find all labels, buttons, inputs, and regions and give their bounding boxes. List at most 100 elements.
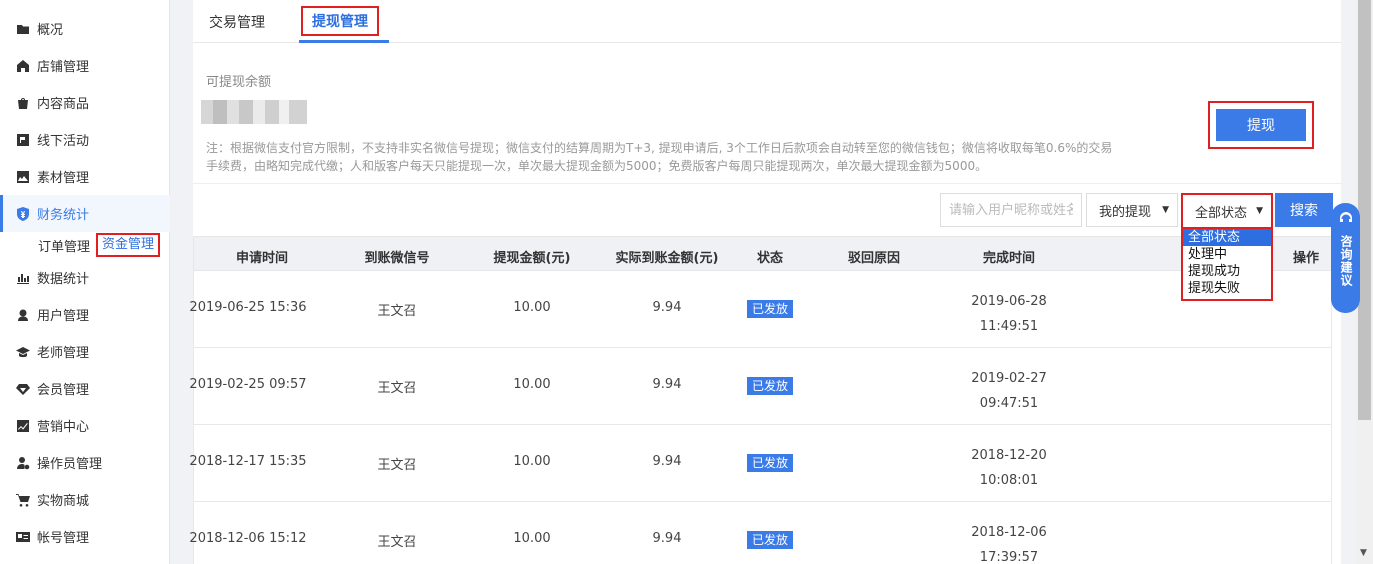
table-row: 2019-02-25 09:57 王文召 10.00 9.94 已发放 2019…: [189, 348, 1332, 425]
done-clock: 11:49:51: [979, 319, 1039, 334]
scrollbar-thumb[interactable]: [1358, 0, 1371, 420]
sidebar-item-overview[interactable]: 概况: [0, 10, 170, 47]
column-header: 提现金额(元): [493, 251, 571, 266]
sidebar-item-label: 实物商城: [37, 494, 90, 509]
table-header: 申请时间 到账微信号 提现金额(元) 实际到账金额(元) 状态 驳回原因 完成时…: [193, 236, 1332, 271]
table-row: 2018-12-06 15:12 王文召 10.00 9.94 已发放 2018…: [189, 502, 1332, 564]
sidebar-item-label: 线下活动: [37, 134, 90, 149]
done-time-cell: 2019-02-27 09:47:51: [971, 366, 1047, 416]
sidebar-item-users[interactable]: 用户管理: [0, 296, 170, 333]
done-time-cell: 2018-12-20 10:08:01: [971, 443, 1047, 493]
status-option-processing[interactable]: 处理中: [1183, 246, 1271, 263]
done-clock: 17:39:57: [979, 550, 1039, 564]
sidebar: 概况 店铺管理 内容商品 线下活动 素材管理 财务统计 订单管理 资金管理 数据…: [0, 0, 170, 564]
done-time-cell: 2019-06-28 11:49:51: [971, 289, 1047, 339]
scroll-down-arrow-icon[interactable]: ▼: [1360, 548, 1367, 558]
chevron-down-icon: ▼: [1162, 205, 1169, 215]
sidebar-item-teachers[interactable]: 老师管理: [0, 333, 170, 370]
yen-shield-icon: [16, 206, 30, 221]
status-badge: 已发放: [746, 531, 794, 549]
sidebar-item-content[interactable]: 内容商品: [0, 84, 170, 121]
amount-cell: 10.00: [513, 454, 551, 469]
feedback-label: 咨询建议: [1339, 235, 1353, 287]
home-icon: [16, 59, 30, 73]
status-option-all[interactable]: 全部状态: [1183, 229, 1271, 246]
sidebar-item-members[interactable]: 会员管理: [0, 370, 170, 407]
account-cell: 王文召: [377, 381, 417, 396]
sidebar-item-label: 内容商品: [37, 97, 90, 112]
column-header: 实际到账金额(元): [615, 251, 719, 266]
done-clock: 10:08:01: [979, 473, 1039, 488]
apply-time-cell: 2018-12-06 15:12: [189, 531, 307, 546]
sidebar-item-marketing[interactable]: 营销中心: [0, 407, 170, 444]
balance-blurred-value: [201, 100, 307, 124]
sidebar-item-material[interactable]: 素材管理: [0, 158, 170, 195]
status-option-failed[interactable]: 提现失败: [1183, 280, 1271, 297]
done-date: 2019-06-28: [971, 294, 1047, 309]
trend-chart-icon: [16, 419, 30, 433]
actual-amount-cell: 9.94: [652, 377, 682, 392]
done-clock: 09:47:51: [979, 396, 1039, 411]
withdraw-button[interactable]: 提现: [1216, 109, 1306, 141]
sidebar-item-account[interactable]: 帐号管理: [0, 518, 170, 555]
table-row: 2018-12-17 15:35 王文召 10.00 9.94 已发放 2018…: [189, 425, 1332, 502]
apply-time-cell: 2019-06-25 15:36: [189, 300, 307, 315]
apply-time-cell: 2019-02-25 09:57: [189, 377, 307, 392]
column-header: 完成时间: [982, 251, 1036, 266]
sidebar-item-operators[interactable]: 操作员管理: [0, 444, 170, 481]
bag-icon: [16, 96, 30, 110]
column-header: 状态: [756, 251, 784, 266]
active-tab-indicator: [299, 40, 389, 43]
tab-trade[interactable]: 交易管理: [209, 12, 265, 32]
id-card-icon: [16, 530, 30, 544]
sidebar-item-shop[interactable]: 店铺管理: [0, 47, 170, 84]
account-cell: 王文召: [377, 535, 417, 550]
balance-label: 可提现余额: [206, 75, 272, 90]
apply-time-cell: 2018-12-17 15:35: [189, 454, 307, 469]
done-date: 2019-02-27: [971, 371, 1047, 386]
sidebar-item-finance[interactable]: 财务统计: [0, 195, 170, 232]
submenu-funds[interactable]: 资金管理: [96, 233, 161, 257]
column-header: 到账微信号: [364, 251, 430, 266]
mine-select-value: 我的提现: [1099, 204, 1152, 220]
sidebar-item-data[interactable]: 数据统计: [0, 259, 170, 296]
sidebar-item-offline[interactable]: 线下活动: [0, 121, 170, 158]
feedback-button[interactable]: 咨询建议: [1331, 203, 1360, 313]
tab-bar: 交易管理 提现管理: [193, 0, 1341, 43]
cart-icon: [16, 493, 30, 507]
status-dropdown-menu: 全部状态 处理中 提现成功 提现失败: [1181, 227, 1273, 301]
done-date: 2018-12-20: [971, 448, 1047, 463]
tab-withdraw[interactable]: 提现管理: [301, 6, 379, 36]
column-header: 驳回原因: [847, 251, 901, 266]
sidebar-item-label: 素材管理: [37, 171, 90, 186]
withdraw-notice: 注：根据微信支付官方限制，不支持非实名微信号提现；微信支付的结算周期为T+3, …: [206, 141, 1113, 173]
status-badge: 已发放: [746, 377, 794, 395]
sidebar-item-label: 帐号管理: [37, 531, 90, 546]
account-cell: 王文召: [377, 304, 417, 319]
sidebar-item-mall[interactable]: 实物商城: [0, 481, 170, 518]
sidebar-item-label: 老师管理: [37, 346, 90, 361]
sidebar-item-label: 概况: [37, 23, 64, 38]
diamond-icon: [16, 382, 30, 396]
bar-chart-icon: [16, 271, 30, 285]
done-date: 2018-12-06: [971, 525, 1047, 540]
sidebar-item-label: 用户管理: [37, 309, 90, 324]
sidebar-item-label: 操作员管理: [37, 457, 103, 472]
table-row: 2019-06-25 15:36 王文召 10.00 9.94 已发放 2019…: [189, 271, 1332, 348]
sidebar-item-label: 财务统计: [37, 208, 90, 223]
image-icon: [16, 170, 30, 184]
user-icon: [16, 308, 30, 322]
sidebar-item-label: 店铺管理: [37, 60, 90, 75]
withdraw-button-highlight: 提现: [1208, 101, 1314, 149]
status-badge: 已发放: [746, 454, 794, 472]
sidebar-item-label: 营销中心: [37, 420, 90, 435]
column-header: 申请时间: [235, 251, 289, 266]
search-input[interactable]: [940, 193, 1082, 227]
status-select[interactable]: 全部状态 ▼: [1181, 193, 1273, 229]
mine-select[interactable]: 我的提现 ▼: [1086, 193, 1178, 227]
status-option-success[interactable]: 提现成功: [1183, 263, 1271, 280]
search-button[interactable]: 搜索: [1275, 193, 1333, 227]
actual-amount-cell: 9.94: [652, 531, 682, 546]
column-header: 操作: [1292, 251, 1320, 266]
submenu-orders[interactable]: 订单管理: [38, 236, 90, 255]
